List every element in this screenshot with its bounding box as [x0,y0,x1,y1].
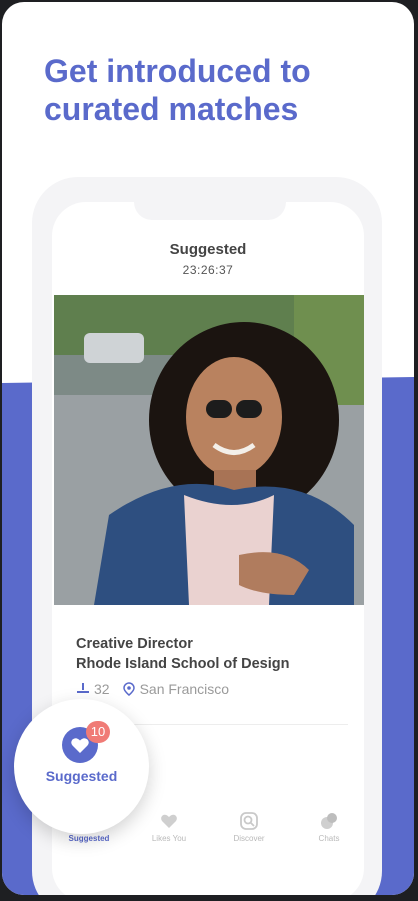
search-icon [240,812,258,830]
promo-card: Get introduced to curated matches Sugges… [2,2,414,895]
tab-label: Likes You [151,834,187,843]
heart-icon [161,814,177,828]
age-icon [77,683,89,693]
profile-info: Creative Director Rhode Island School of… [76,634,290,674]
suggested-callout[interactable]: 10 Suggested [14,699,149,834]
age-value: 32 [94,681,110,697]
notification-badge: 10 [86,721,110,743]
tab-likes-you[interactable]: Likes You [134,812,204,843]
profile-meta: 32 San Francisco [76,681,229,697]
headline-line-1: Get introduced to [44,53,311,89]
tab-label: Discover [233,834,265,843]
job-title: Creative Director [76,636,193,652]
phone-notch [134,202,286,220]
screen-title: Suggested [169,241,247,258]
school-name: Rhode Island School of Design [76,656,290,672]
location-value: San Francisco [139,681,230,697]
promo-headline: Get introduced to curated matches [44,52,384,128]
callout-label: Suggested [45,768,118,784]
location-pin-icon [122,682,135,696]
chat-bubbles-icon [321,813,337,829]
tab-chats[interactable]: Chats [294,812,364,843]
countdown-timer: 23:26:37 [182,263,234,277]
heart-icon [71,738,89,753]
profile-photo[interactable] [54,295,364,605]
headline-line-2: curated matches [44,91,299,127]
tab-label: Suggested [68,834,110,843]
tab-discover[interactable]: Discover [214,812,284,843]
tab-label: Chats [318,834,340,843]
